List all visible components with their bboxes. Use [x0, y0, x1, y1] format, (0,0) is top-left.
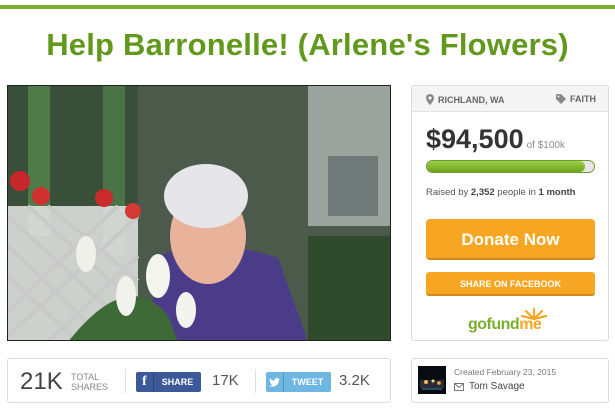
raised-prefix: Raised by — [426, 187, 471, 198]
total-shares-label: TOTAL SHARES — [71, 372, 108, 392]
goal-text: of $100k — [526, 140, 565, 151]
location-label: RICHLAND, WA — [438, 94, 505, 105]
logo-wordmark: gofundme — [468, 316, 542, 334]
share-on-facebook-button[interactable]: SHARE ON FACEBOOK — [426, 272, 595, 296]
twitter-share-count: 3.2K — [339, 372, 370, 389]
organizer-name: Tom Savage — [469, 381, 525, 392]
location-pin-icon — [426, 94, 434, 105]
donate-button[interactable]: Donate Now — [426, 219, 595, 260]
creator-avatar[interactable] — [418, 366, 446, 394]
total-label-line-1: TOTAL — [71, 372, 100, 382]
gofundme-logo[interactable]: gofundme — [468, 306, 558, 334]
facebook-share-count: 17K — [212, 372, 239, 389]
twitter-icon — [266, 372, 284, 392]
logo-go: gofund — [468, 316, 520, 333]
facebook-share-label: SHARE — [161, 377, 194, 387]
campaign-meta: RICHLAND, WA FAITH — [412, 86, 608, 112]
total-label-line-2: SHARES — [71, 382, 109, 392]
campaign-photo-image — [8, 86, 390, 340]
logo-me: me — [519, 316, 542, 333]
divider — [255, 369, 256, 393]
duration: 1 month — [538, 187, 576, 198]
facebook-icon: f — [136, 372, 154, 392]
campaign-title: Help Barronelle! (Arlene's Flowers) — [46, 27, 569, 62]
progress-bar — [426, 160, 595, 173]
total-shares-count: 21K — [20, 368, 63, 395]
facebook-share-button[interactable]: f SHARE — [136, 372, 201, 392]
category-label: FAITH — [570, 94, 596, 104]
creator-info: Created February 23, 2015 Tom Savage — [411, 358, 609, 403]
twitter-tweet-label: TWEET — [291, 377, 324, 387]
campaign-photo[interactable] — [7, 85, 391, 341]
share-stats-bar: 21K TOTAL SHARES f SHARE 17K TWEET 3.2K — [7, 358, 391, 403]
amount-value: $94,500 — [426, 124, 524, 154]
raised-summary: Raised by 2,352 people in 1 month — [426, 187, 575, 198]
amount-raised: $94,500 of $100k — [426, 124, 565, 155]
organizer[interactable]: Tom Savage — [454, 381, 525, 392]
created-date: Created February 23, 2015 — [454, 367, 557, 377]
raised-middle: people in — [494, 187, 539, 198]
mail-icon — [454, 382, 464, 391]
location[interactable]: RICHLAND, WA — [426, 94, 505, 105]
twitter-tweet-button[interactable]: TWEET — [266, 372, 331, 392]
divider — [125, 369, 126, 393]
tag-icon — [556, 94, 566, 104]
people-count: 2,352 — [470, 187, 495, 198]
category[interactable]: FAITH — [556, 94, 596, 104]
progress-fill — [427, 161, 585, 172]
donation-card: RICHLAND, WA FAITH $94,500 of $100k Rais… — [411, 85, 609, 341]
top-accent-bar — [0, 0, 615, 9]
creator-avatar-image — [418, 366, 446, 394]
